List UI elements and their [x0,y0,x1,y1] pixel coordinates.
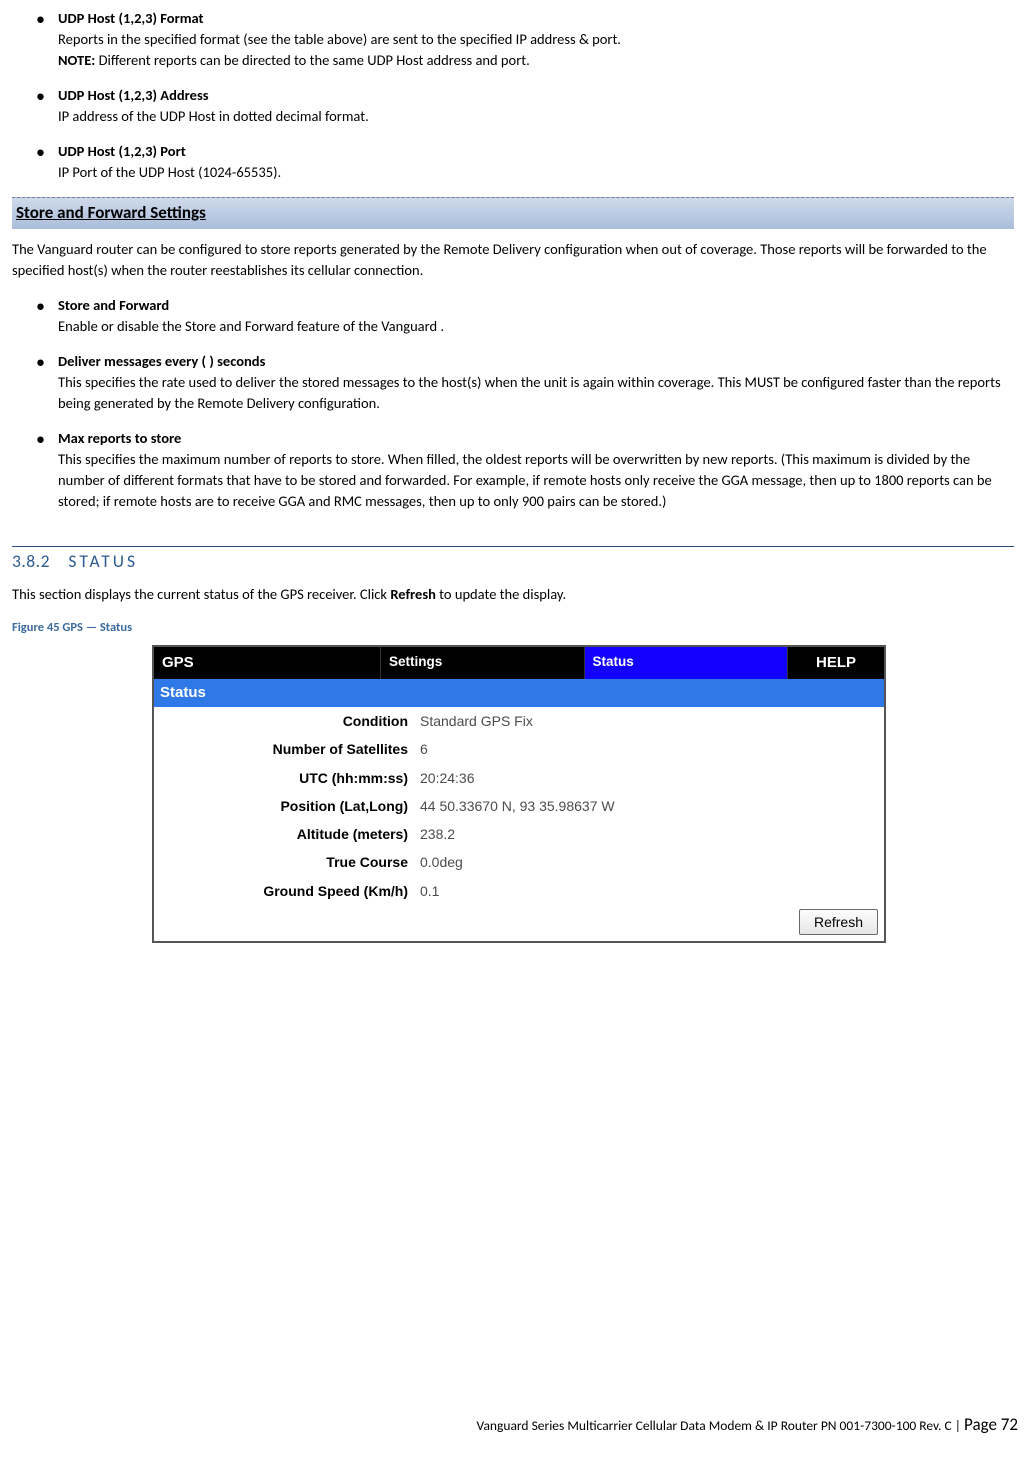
tab-help[interactable]: HELP [787,647,884,679]
table-label: UTC (hh:mm:ss) [154,764,414,792]
store-forward-heading: Store and Forward Settings [12,197,1014,229]
status-intro-pre: This section displays the current status… [12,585,390,603]
item-body: IP address of the UDP Host in dotted dec… [58,106,1014,127]
table-row: Altitude (meters)238.2 [154,820,884,848]
item-title: UDP Host (1,2,3) Address [58,86,209,104]
list-item: UDP Host (1,2,3) Format Reports in the sp… [36,8,1014,71]
item-body: This specifies the maximum number of rep… [58,449,1014,512]
table-value: 0.0deg [414,848,884,876]
list-item: Max reports to store This specifies the m… [36,428,1014,512]
list-item: UDP Host (1,2,3) Address IP address of th… [36,85,1014,127]
item-title: UDP Host (1,2,3) Format [58,9,204,27]
status-heading-title: STATUS [68,550,138,572]
table-label: Position (Lat,Long) [154,792,414,820]
gps-tabs: GPS Settings Status HELP [154,647,884,679]
list-item: Deliver messages every ( ) seconds This s… [36,351,1014,414]
table-row: UTC (hh:mm:ss)20:24:36 [154,764,884,792]
footer-sep: | [952,1417,964,1434]
table-value: 238.2 [414,820,884,848]
table-label: Number of Satellites [154,735,414,763]
item-body: Reports in the specified format (see the… [58,29,1014,71]
status-intro: This section displays the current status… [12,584,1014,605]
table-row: Position (Lat,Long)44 50.33670 N, 93 35.… [154,792,884,820]
status-intro-post: to update the display. [436,585,566,603]
refresh-button[interactable]: Refresh [799,909,878,935]
list-item: UDP Host (1,2,3) Port IP Port of the UDP … [36,141,1014,183]
status-section-heading: 3.8.2 STATUS [12,546,1014,574]
store-forward-list: Store and Forward Enable or disable the S… [36,295,1014,512]
item-body: Enable or disable the Store and Forward … [58,316,1014,337]
item-body: IP Port of the UDP Host (1024-65535). [58,162,1014,183]
refresh-row: Refresh [154,905,884,941]
store-forward-intro: The Vanguard router can be configured to… [12,239,1014,281]
table-label: Ground Speed (Km/h) [154,877,414,905]
table-label: Altitude (meters) [154,820,414,848]
gps-status-subheader: Status [154,679,884,707]
footer-page-number: 72 [1001,1414,1018,1435]
item-body: This specifies the rate used to deliver … [58,372,1014,414]
table-row: Ground Speed (Km/h)0.1 [154,877,884,905]
footer-page-word: Page [964,1414,1001,1435]
status-intro-refresh: Refresh [390,585,436,603]
table-value: 20:24:36 [414,764,884,792]
item-title: UDP Host (1,2,3) Port [58,142,186,160]
tab-settings[interactable]: Settings [380,647,584,679]
table-value: 6 [414,735,884,763]
gps-status-box: GPS Settings Status HELP Status Conditio… [152,645,886,943]
item-title: Max reports to store [58,429,181,447]
footer-text: Vanguard Series Multicarrier Cellular Da… [477,1417,952,1434]
table-value: Standard GPS Fix [414,707,884,735]
table-row: True Course0.0deg [154,848,884,876]
table-label: Condition [154,707,414,735]
table-row: Number of Satellites6 [154,735,884,763]
item-title: Deliver messages every ( ) seconds [58,352,265,370]
table-label: True Course [154,848,414,876]
figure-label: Figure 45 GPS — Status [12,619,1014,637]
page-footer: Vanguard Series Multicarrier Cellular Da… [12,1413,1024,1448]
table-value: 0.1 [414,877,884,905]
table-row: ConditionStandard GPS Fix [154,707,884,735]
status-heading-number: 3.8.2 [12,550,50,572]
item-title: Store and Forward [58,296,169,314]
list-item: Store and Forward Enable or disable the S… [36,295,1014,337]
gps-tab-title: GPS [154,647,380,679]
table-value: 44 50.33670 N, 93 35.98637 W [414,792,884,820]
udp-host-list: UDP Host (1,2,3) Format Reports in the sp… [36,8,1014,183]
gps-status-table: ConditionStandard GPS FixNumber of Satel… [154,707,884,905]
tab-status[interactable]: Status [584,647,788,679]
gps-status-figure: GPS Settings Status HELP Status Conditio… [152,645,1014,943]
